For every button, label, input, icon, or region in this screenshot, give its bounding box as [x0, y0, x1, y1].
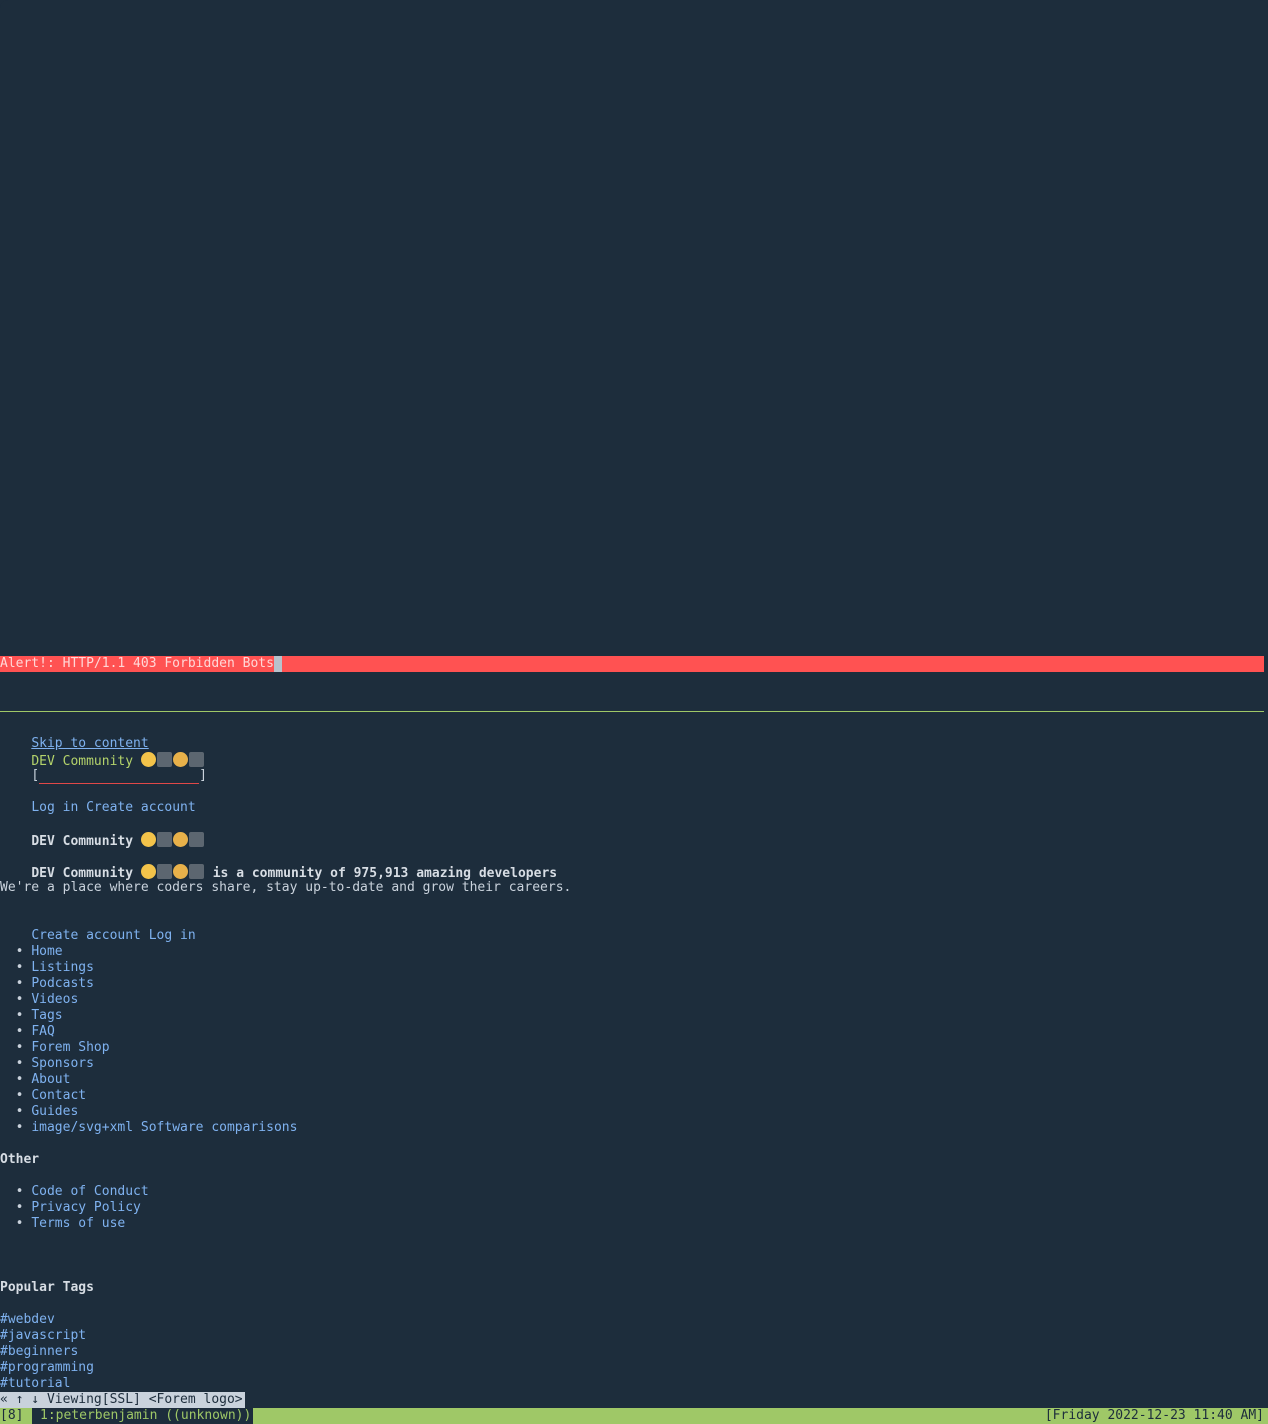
tag-link[interactable]: #webdev [0, 1312, 55, 1327]
man-technologist-icon [172, 864, 188, 879]
hero-create-account-link[interactable]: Create account [31, 928, 141, 943]
list-item: • Guides [0, 1104, 79, 1120]
auth-links-row: Log in Create account [0, 784, 195, 815]
tag-link[interactable]: #tutorial [0, 1376, 70, 1391]
hero-community-name: DEV Community [31, 866, 134, 881]
hero-description: We're a place where coders share, stay u… [0, 880, 572, 895]
popular-tags-heading: Popular Tags [0, 1280, 94, 1295]
nav-link[interactable]: Videos [31, 992, 78, 1007]
laptop-icon [156, 864, 172, 879]
hero-heading: DEV Community [0, 816, 205, 849]
list-item: #programming [0, 1360, 94, 1376]
skip-to-content-row: Skip to content [0, 720, 148, 751]
list-item: • Privacy Policy [0, 1200, 141, 1216]
list-item: #javascript [0, 1328, 86, 1344]
other-link[interactable]: Privacy Policy [31, 1200, 141, 1215]
woman-technologist-icon [140, 832, 156, 847]
alert-bar: Alert!: HTTP/1.1 403 Forbidden Bots [0, 656, 1264, 672]
nav-link[interactable]: Podcasts [31, 976, 94, 991]
search-row: [] [0, 752, 207, 784]
hero-login-link[interactable]: Log in [149, 928, 196, 943]
list-item: • Terms of use [0, 1216, 126, 1232]
tmux-session: [8] [0, 1408, 24, 1423]
login-link[interactable]: Log in [31, 800, 78, 815]
list-item: #webdev [0, 1312, 55, 1328]
tag-link[interactable]: #beginners [0, 1344, 78, 1359]
search-bracket-open: [ [31, 768, 40, 783]
laptop-icon [156, 832, 172, 847]
list-item: • Contact [0, 1088, 86, 1104]
nav-link[interactable]: About [31, 1072, 70, 1087]
woman-technologist-icon [140, 864, 156, 879]
divider-line [0, 711, 1264, 712]
nav-link[interactable]: Contact [31, 1088, 86, 1103]
text-cursor [273, 656, 282, 672]
lynx-status-bar: « ↑ ↓ Viewing[SSL] <Forem logo> [0, 1392, 245, 1408]
create-account-link[interactable]: Create account [86, 800, 196, 815]
list-item: • Videos [0, 992, 79, 1008]
list-item: • Sponsors [0, 1056, 94, 1072]
hero-tagline: DEV Community is a community of 975,913 … [0, 848, 557, 881]
nav-link[interactable]: Tags [31, 1008, 62, 1023]
search-input[interactable] [39, 768, 200, 784]
list-item: #beginners [0, 1344, 78, 1360]
tmux-window-tab[interactable]: 1:peterbenjamin ((unknown)) [32, 1408, 254, 1424]
list-item: • image/svg+xml Software comparisons [0, 1120, 298, 1136]
list-item: • Podcasts [0, 976, 94, 992]
hero-heading-text: DEV Community [31, 834, 134, 849]
nav-link[interactable]: image/svg+xml Software comparisons [31, 1120, 297, 1135]
tmux-status-bar: [8] 1:peterbenjamin ((unknown)) [Friday … [0, 1408, 1268, 1424]
hero-actions-row: Create account Log in [0, 912, 195, 943]
other-link[interactable]: Code of Conduct [31, 1184, 148, 1199]
nav-link[interactable]: Home [31, 944, 62, 959]
hero-tagline-text: is a community of 975,913 amazing develo… [212, 866, 558, 881]
search-bracket-close: ] [199, 768, 207, 783]
list-item: • Home [0, 944, 63, 960]
list-item: • Code of Conduct [0, 1184, 149, 1200]
list-item: • About [0, 1072, 71, 1088]
man-technologist-icon [172, 832, 188, 847]
nav-link[interactable]: Sponsors [31, 1056, 94, 1071]
other-heading: Other [0, 1152, 40, 1167]
tag-link[interactable]: #javascript [0, 1328, 86, 1343]
nav-link[interactable]: Forem Shop [31, 1040, 109, 1055]
list-item: #tutorial [0, 1376, 70, 1392]
terminal-window: Alert!: HTTP/1.1 403 Forbidden Bots Skip… [0, 0, 1268, 1424]
nav-link[interactable]: Guides [31, 1104, 78, 1119]
list-item: • Forem Shop [0, 1040, 110, 1056]
list-item: • Listings [0, 960, 94, 976]
nav-link[interactable]: Listings [31, 960, 94, 975]
other-link[interactable]: Terms of use [31, 1216, 125, 1231]
list-item: • FAQ [0, 1024, 55, 1040]
alert-text: Alert!: HTTP/1.1 403 Forbidden Bots [0, 656, 274, 671]
nav-link[interactable]: FAQ [31, 1024, 54, 1039]
laptop-icon [188, 864, 204, 879]
tag-link[interactable]: #programming [0, 1360, 94, 1375]
site-name-row[interactable]: DEV Community [0, 736, 205, 769]
laptop-icon [188, 832, 204, 847]
tmux-clock: [Friday 2022-12-23 11:40 AM] [1044, 1408, 1264, 1423]
list-item: • Tags [0, 1008, 63, 1024]
